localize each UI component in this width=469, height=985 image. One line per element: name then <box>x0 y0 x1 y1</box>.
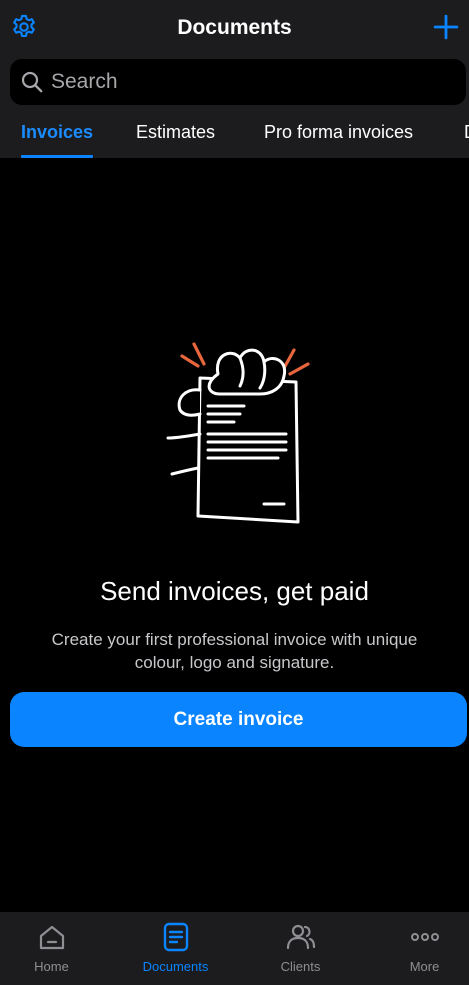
tab-partial[interactable]: D <box>464 122 469 143</box>
tab-pro-forma-invoices[interactable]: Pro forma invoices <box>264 122 413 143</box>
tab-bar-label-clients: Clients <box>280 959 321 974</box>
bottom-tab-bar: Home Documents Clients More <box>0 912 469 985</box>
home-icon <box>39 925 64 950</box>
tab-bar-label-documents: Documents <box>142 959 209 974</box>
tab-bar-label-home: Home <box>34 959 69 974</box>
clients-icon <box>286 924 315 950</box>
tab-bar-item-home[interactable]: Home <box>0 912 110 985</box>
search-icon <box>21 71 43 93</box>
tab-estimates[interactable]: Estimates <box>136 122 215 143</box>
tab-bar-item-more[interactable]: More <box>366 912 469 985</box>
create-invoice-button[interactable]: Create invoice <box>10 692 467 747</box>
hand-holding-document-illustration <box>166 342 310 524</box>
tab-bar-item-clients[interactable]: Clients <box>242 912 359 985</box>
tab-bar-label-more: More <box>409 959 440 974</box>
navigation-bar: Documents <box>0 0 469 56</box>
document-tabs: Invoices Estimates Pro forma invoices D <box>0 112 469 158</box>
page-title: Documents <box>177 16 292 39</box>
active-tab-indicator <box>21 155 93 158</box>
create-invoice-label: Create invoice <box>173 709 304 730</box>
search-placeholder: Search <box>51 70 118 93</box>
empty-state-title: Send invoices, get paid <box>100 576 369 606</box>
documents-icon <box>163 922 188 952</box>
more-icon <box>410 933 439 941</box>
search-input[interactable]: Search <box>10 59 466 105</box>
top-bar: Documents Search Invoices Estimates Pro … <box>0 0 469 158</box>
tab-bar-item-documents[interactable]: Documents <box>117 912 234 985</box>
tab-invoices[interactable]: Invoices <box>21 122 93 143</box>
plus-icon[interactable] <box>433 14 459 40</box>
empty-state-description: Create your first professional invoice w… <box>51 630 418 672</box>
